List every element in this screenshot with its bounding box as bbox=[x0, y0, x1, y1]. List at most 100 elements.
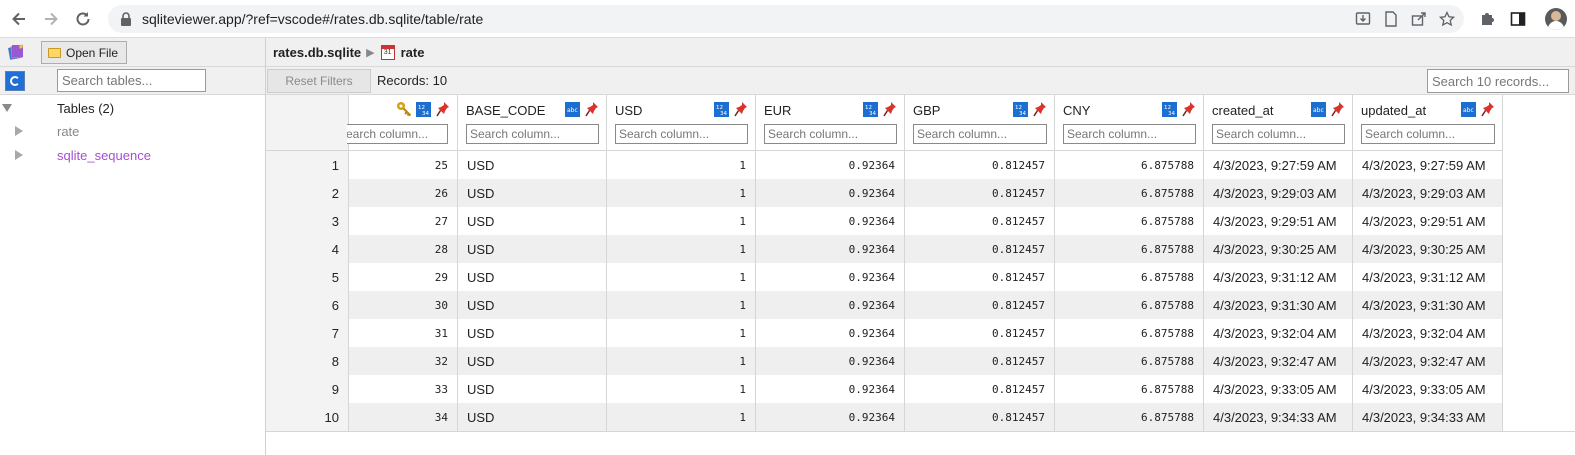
cell-created-at[interactable]: 4/3/2023, 9:33:05 AM bbox=[1204, 375, 1353, 403]
cell-base-code[interactable]: USD bbox=[458, 263, 607, 291]
table-row[interactable]: 8 32 USD 1 0.92364 0.812457 6.875788 4/3/2023, … bbox=[266, 347, 1503, 375]
cell-base-code[interactable]: USD bbox=[458, 403, 607, 431]
cell-gbp[interactable]: 0.812457 bbox=[905, 263, 1055, 291]
column-search-input[interactable]: Search column... bbox=[615, 124, 748, 144]
search-records-input[interactable]: Search 10 records... bbox=[1427, 69, 1569, 93]
column-search-input[interactable]: Search column... bbox=[1063, 124, 1196, 144]
table-row[interactable]: 3 27 USD 1 0.92364 0.812457 6.875788 4/3/2023, … bbox=[266, 207, 1503, 235]
search-tables-input[interactable]: Search tables... bbox=[57, 69, 206, 92]
column-search-input[interactable]: Search column... bbox=[466, 124, 599, 144]
cell-cny[interactable]: 6.875788 bbox=[1055, 291, 1204, 319]
cell-id[interactable]: 29 bbox=[349, 263, 458, 291]
cell-created-at[interactable]: 4/3/2023, 9:29:51 AM bbox=[1204, 207, 1353, 235]
cell-usd[interactable]: 1 bbox=[607, 403, 756, 431]
cell-base-code[interactable]: USD bbox=[458, 235, 607, 263]
cell-updated-at[interactable]: 4/3/2023, 9:29:51 AM bbox=[1353, 207, 1503, 235]
document-icon[interactable] bbox=[1382, 10, 1400, 28]
cell-gbp[interactable]: 0.812457 bbox=[905, 207, 1055, 235]
cell-updated-at[interactable]: 4/3/2023, 9:29:03 AM bbox=[1353, 179, 1503, 207]
cell-base-code[interactable]: USD bbox=[458, 375, 607, 403]
table-row[interactable]: 5 29 USD 1 0.92364 0.812457 6.875788 4/3/2023, … bbox=[266, 263, 1503, 291]
cell-id[interactable]: 34 bbox=[349, 403, 458, 431]
cell-usd[interactable]: 1 bbox=[607, 207, 756, 235]
column-header-usd[interactable]: USD 12 34 Search column... bbox=[607, 95, 756, 151]
reset-filters-button[interactable]: Reset Filters bbox=[267, 69, 371, 93]
cell-cny[interactable]: 6.875788 bbox=[1055, 207, 1204, 235]
cell-cny[interactable]: 6.875788 bbox=[1055, 403, 1204, 431]
column-header-created-at[interactable]: created_at abc Search column... bbox=[1204, 95, 1353, 151]
cell-updated-at[interactable]: 4/3/2023, 9:32:47 AM bbox=[1353, 347, 1503, 375]
table-row[interactable]: 4 28 USD 1 0.92364 0.812457 6.875788 4/3/2023, … bbox=[266, 235, 1503, 263]
table-row[interactable]: 7 31 USD 1 0.92364 0.812457 6.875788 4/3/2023, … bbox=[266, 319, 1503, 347]
cell-eur[interactable]: 0.92364 bbox=[756, 291, 905, 319]
cell-cny[interactable]: 6.875788 bbox=[1055, 375, 1204, 403]
cell-gbp[interactable]: 0.812457 bbox=[905, 319, 1055, 347]
sidebar-item-rate[interactable]: rate bbox=[0, 120, 266, 142]
cell-gbp[interactable]: 0.812457 bbox=[905, 291, 1055, 319]
cell-cny[interactable]: 6.875788 bbox=[1055, 263, 1204, 291]
cell-base-code[interactable]: USD bbox=[458, 291, 607, 319]
cell-id[interactable]: 30 bbox=[349, 291, 458, 319]
column-header-cny[interactable]: CNY 12 34 Search column... bbox=[1055, 95, 1204, 151]
pin-column-icon[interactable] bbox=[1481, 101, 1495, 117]
cell-base-code[interactable]: USD bbox=[458, 207, 607, 235]
column-header-id[interactable]: 12 34 Search column... bbox=[347, 95, 458, 151]
column-header-updated-at[interactable]: updated_at abc Search column... bbox=[1353, 95, 1503, 151]
cell-gbp[interactable]: 0.812457 bbox=[905, 151, 1055, 179]
cell-usd[interactable]: 1 bbox=[607, 319, 756, 347]
cell-cny[interactable]: 6.875788 bbox=[1055, 179, 1204, 207]
sidebar-item-sqlite-sequence[interactable]: sqlite_sequence bbox=[0, 144, 266, 166]
table-row[interactable]: 9 33 USD 1 0.92364 0.812457 6.875788 4/3/2023, … bbox=[266, 375, 1503, 403]
cell-id[interactable]: 28 bbox=[349, 235, 458, 263]
cell-gbp[interactable]: 0.812457 bbox=[905, 347, 1055, 375]
cell-cny[interactable]: 6.875788 bbox=[1055, 347, 1204, 375]
column-header-base-code[interactable]: BASE_CODE abc Search column... bbox=[458, 95, 607, 151]
cell-created-at[interactable]: 4/3/2023, 9:29:03 AM bbox=[1204, 179, 1353, 207]
cell-created-at[interactable]: 4/3/2023, 9:30:25 AM bbox=[1204, 235, 1353, 263]
cell-usd[interactable]: 1 bbox=[607, 263, 756, 291]
open-file-button[interactable]: Open File bbox=[41, 41, 127, 64]
column-header-eur[interactable]: EUR 12 34 Search column... bbox=[756, 95, 905, 151]
cell-base-code[interactable]: USD bbox=[458, 347, 607, 375]
pin-column-icon[interactable] bbox=[585, 101, 599, 117]
cell-eur[interactable]: 0.92364 bbox=[756, 151, 905, 179]
cell-id[interactable]: 33 bbox=[349, 375, 458, 403]
cell-cny[interactable]: 6.875788 bbox=[1055, 235, 1204, 263]
cell-usd[interactable]: 1 bbox=[607, 179, 756, 207]
extensions-puzzle-icon[interactable] bbox=[1477, 9, 1497, 29]
column-search-input[interactable]: Search column... bbox=[764, 124, 897, 144]
column-search-input[interactable]: Search column... bbox=[347, 124, 448, 144]
reload-button[interactable] bbox=[68, 4, 98, 34]
table-row[interactable]: 2 26 USD 1 0.92364 0.812457 6.875788 4/3/2023, … bbox=[266, 179, 1503, 207]
cell-created-at[interactable]: 4/3/2023, 9:32:47 AM bbox=[1204, 347, 1353, 375]
cell-eur[interactable]: 0.92364 bbox=[756, 375, 905, 403]
forward-button[interactable] bbox=[36, 4, 66, 34]
cell-cny[interactable]: 6.875788 bbox=[1055, 319, 1204, 347]
address-bar[interactable]: sqliteviewer.app/?ref=vscode#/rates.db.s… bbox=[108, 5, 1464, 33]
cell-gbp[interactable]: 0.812457 bbox=[905, 235, 1055, 263]
side-panel-icon[interactable] bbox=[1508, 9, 1528, 29]
cell-usd[interactable]: 1 bbox=[607, 235, 756, 263]
cell-eur[interactable]: 0.92364 bbox=[756, 235, 905, 263]
cell-id[interactable]: 32 bbox=[349, 347, 458, 375]
cell-updated-at[interactable]: 4/3/2023, 9:31:12 AM bbox=[1353, 263, 1503, 291]
table-row[interactable]: 10 34 USD 1 0.92364 0.812457 6.875788 4/3/2023,… bbox=[266, 403, 1503, 431]
pin-column-icon[interactable] bbox=[883, 101, 897, 117]
cell-base-code[interactable]: USD bbox=[458, 179, 607, 207]
cell-created-at[interactable]: 4/3/2023, 9:32:04 AM bbox=[1204, 319, 1353, 347]
pin-column-icon[interactable] bbox=[1331, 101, 1345, 117]
tables-group[interactable]: Tables (2) bbox=[0, 97, 266, 119]
column-search-input[interactable]: Search column... bbox=[1361, 124, 1495, 144]
column-search-input[interactable]: Search column... bbox=[913, 124, 1047, 144]
cell-updated-at[interactable]: 4/3/2023, 9:32:04 AM bbox=[1353, 319, 1503, 347]
cell-updated-at[interactable]: 4/3/2023, 9:31:30 AM bbox=[1353, 291, 1503, 319]
cell-cny[interactable]: 6.875788 bbox=[1055, 151, 1204, 179]
cell-created-at[interactable]: 4/3/2023, 9:31:30 AM bbox=[1204, 291, 1353, 319]
cell-eur[interactable]: 0.92364 bbox=[756, 403, 905, 431]
refresh-tables-button[interactable] bbox=[5, 71, 25, 91]
pin-column-icon[interactable] bbox=[1033, 101, 1047, 117]
pin-column-icon[interactable] bbox=[734, 101, 748, 117]
cell-eur[interactable]: 0.92364 bbox=[756, 347, 905, 375]
cell-id[interactable]: 26 bbox=[349, 179, 458, 207]
cell-gbp[interactable]: 0.812457 bbox=[905, 375, 1055, 403]
